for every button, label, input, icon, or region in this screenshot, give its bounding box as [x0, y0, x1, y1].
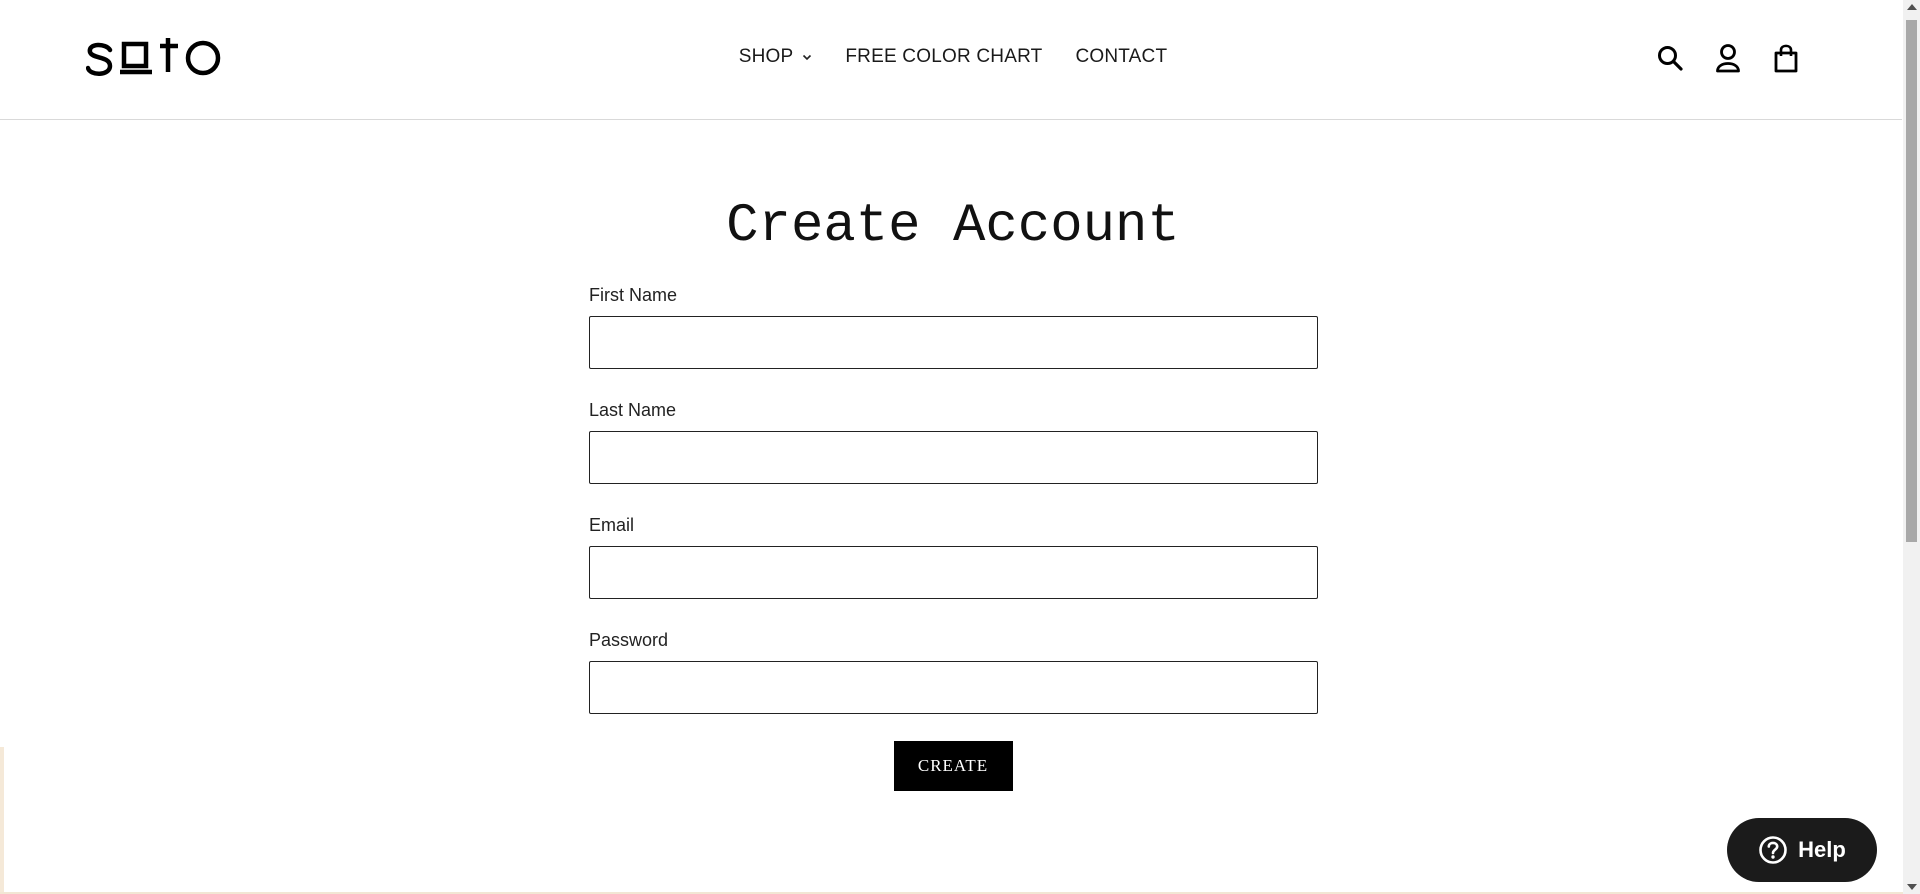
create-button[interactable]: CREATE [893, 741, 1013, 791]
nav-item-contact[interactable]: CONTACT [1075, 46, 1167, 68]
scroll-down-arrow[interactable] [1907, 884, 1917, 890]
vertical-scrollbar[interactable] [1903, 0, 1920, 894]
last-name-label: Last Name [589, 400, 677, 420]
nav-item-shop[interactable]: SHOP [739, 46, 813, 68]
scroll-up-arrow[interactable] [1907, 4, 1917, 10]
nav-item-label: CONTACT [1075, 46, 1168, 67]
chevron-down-icon [803, 54, 812, 61]
first-name-field[interactable] [589, 316, 1318, 369]
header-icon-group [1656, 42, 1800, 74]
cart-icon[interactable] [1772, 42, 1800, 74]
site-header: SHOP FREE COLOR CHART CONTACT [0, 0, 1902, 120]
password-label: Password [589, 630, 669, 650]
create-account-form: First Name Last Name Email Password [589, 284, 1318, 744]
email-label: Email [589, 515, 635, 535]
help-button[interactable]: Help [1727, 818, 1877, 882]
page-title: Create Account [726, 196, 1180, 257]
question-circle-icon [1759, 836, 1787, 864]
help-label: Help [1798, 837, 1846, 862]
account-icon[interactable] [1714, 42, 1742, 74]
nav-item-label: SHOP [738, 46, 794, 67]
nav-item-label: FREE COLOR CHART [845, 46, 1043, 67]
first-name-label: First Name [589, 285, 678, 305]
main-nav: SHOP FREE COLOR CHART CONTACT [0, 46, 1902, 68]
password-field[interactable] [589, 661, 1318, 714]
email-field[interactable] [589, 546, 1318, 599]
last-name-field[interactable] [589, 431, 1318, 484]
decorative-strip [0, 747, 4, 894]
nav-item-free-color-chart[interactable]: FREE COLOR CHART [845, 46, 1042, 68]
search-icon[interactable] [1656, 42, 1684, 74]
create-button-wrap: CREATE [0, 741, 1906, 791]
scroll-thumb[interactable] [1906, 20, 1917, 542]
